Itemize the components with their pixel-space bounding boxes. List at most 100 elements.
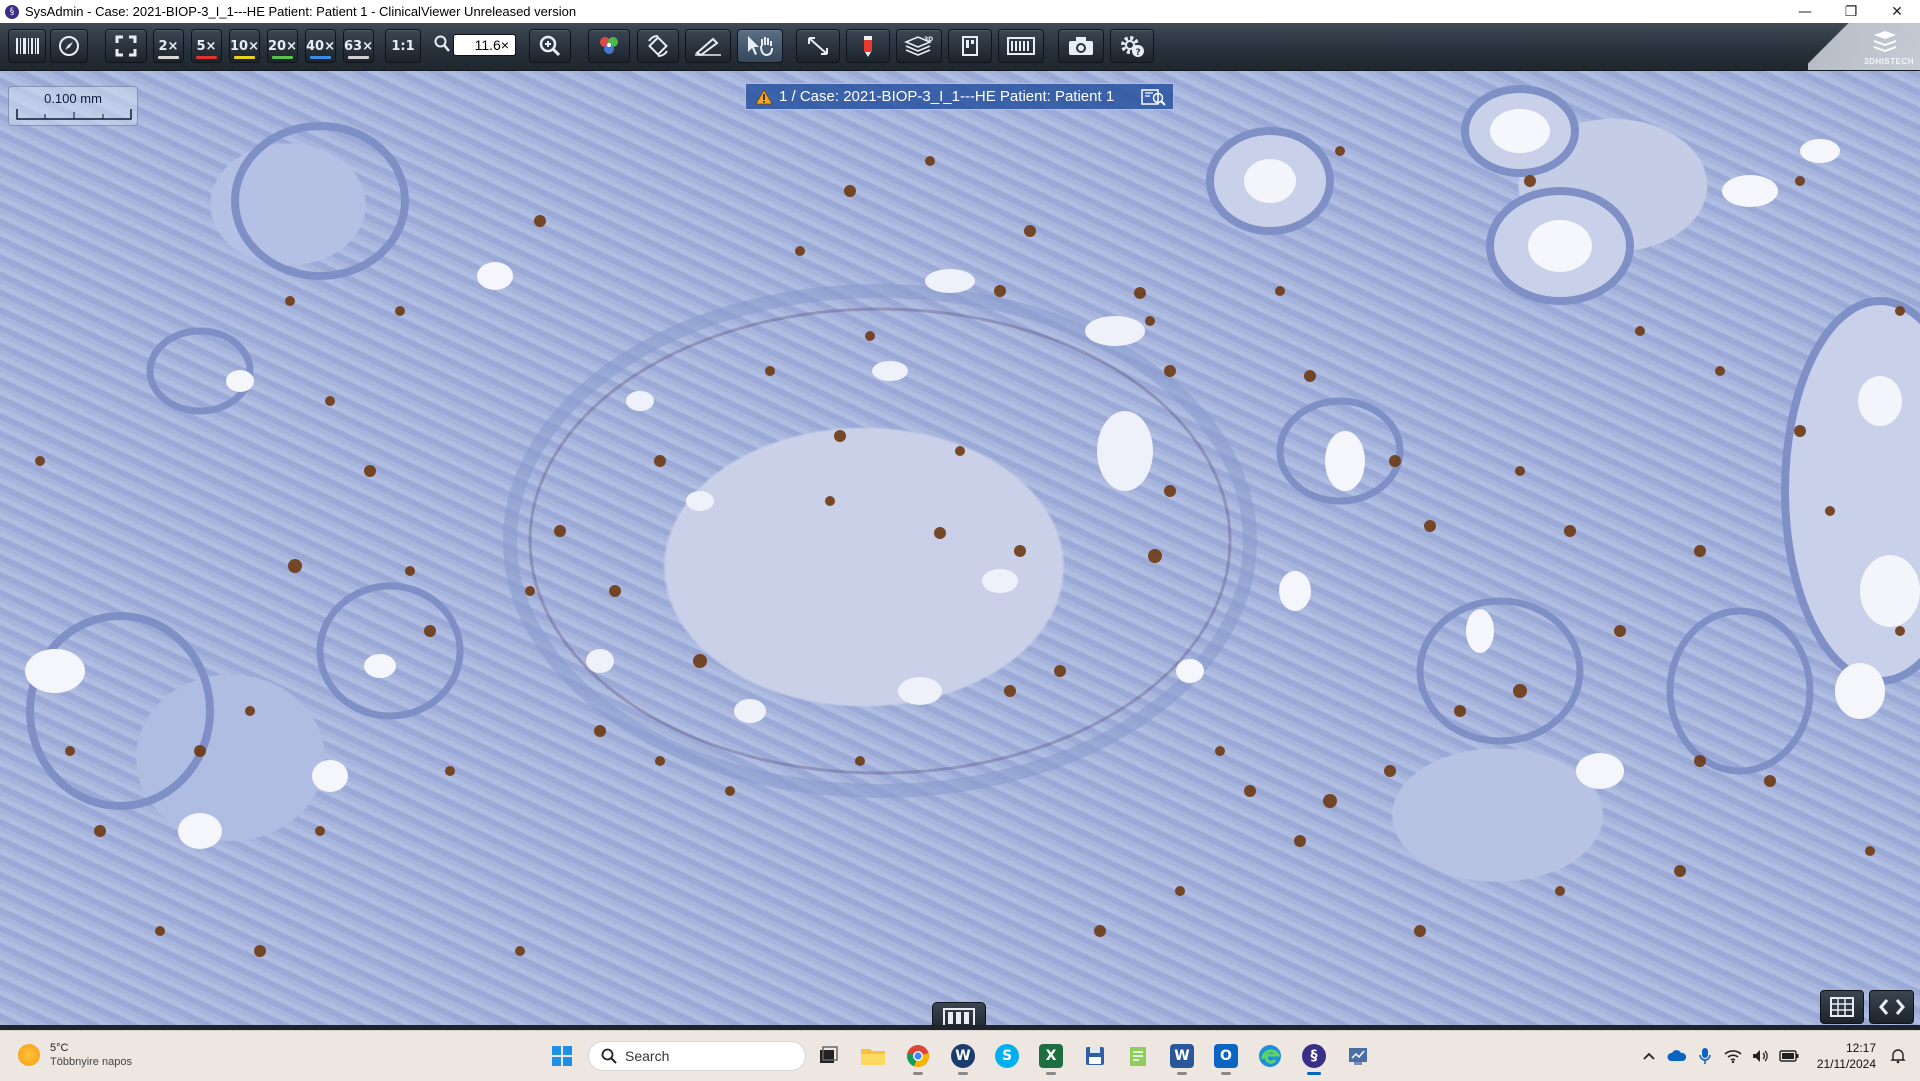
zoom-magnifier-icon	[434, 35, 450, 58]
excel-button[interactable]: X	[1035, 1040, 1067, 1075]
clock-time: 12:17	[1845, 1041, 1876, 1055]
outlook-button[interactable]: O	[1210, 1040, 1242, 1075]
skype-button[interactable]: S	[991, 1040, 1023, 1072]
outlook-running-indicator	[1221, 1072, 1231, 1075]
zoom-20x-color-bar	[272, 56, 293, 59]
weather-widget[interactable]: 5°C Többnyire napos	[18, 1041, 132, 1068]
prev-next-slide-button[interactable]	[1869, 990, 1914, 1024]
maximize-button[interactable]: ❐	[1828, 0, 1874, 23]
zoom-40x-color-bar	[310, 56, 331, 59]
word-running-indicator	[1177, 1072, 1187, 1075]
admin-tool-button[interactable]	[1342, 1040, 1374, 1072]
zoom-10x-color-bar	[234, 56, 255, 59]
close-button[interactable]: ✕	[1874, 0, 1920, 23]
onedrive-sync-icon[interactable]	[1665, 1044, 1689, 1068]
battery-icon[interactable]	[1777, 1044, 1801, 1068]
edge-button[interactable]	[1254, 1040, 1286, 1072]
weather-temperature: 5°C	[50, 1042, 69, 1054]
chrome-icon	[907, 1045, 929, 1068]
pen-icon	[695, 37, 721, 57]
clock-date: 21/11/2024	[1816, 1057, 1876, 1071]
folder-icon	[861, 1049, 885, 1065]
volume-icon[interactable]	[1749, 1044, 1773, 1068]
chevron-up-icon[interactable]	[1637, 1044, 1661, 1068]
zoom-63x-button[interactable]: 63×	[343, 29, 374, 63]
annotation-button[interactable]	[685, 29, 731, 63]
slide-search-icon[interactable]	[1141, 88, 1167, 106]
chevron-right-icon	[1895, 999, 1905, 1015]
start-button[interactable]	[546, 1040, 578, 1072]
search-icon	[601, 1048, 617, 1064]
weather-description: Többnyire napos	[50, 1056, 132, 1068]
outlook-icon: O	[1214, 1044, 1238, 1068]
fit-to-screen-button[interactable]	[105, 29, 147, 63]
slide-info-icon	[962, 36, 978, 56]
app-icon: §	[5, 4, 19, 19]
zoom-level-input[interactable]: 11.6×	[453, 34, 516, 56]
overview-button[interactable]	[998, 29, 1044, 63]
zoom-2x-button[interactable]: 2×	[153, 29, 184, 63]
task-view-button[interactable]	[812, 1040, 844, 1072]
rotate-button[interactable]	[637, 29, 679, 63]
microphone-icon[interactable]	[1693, 1044, 1717, 1068]
fullscreen-icon	[115, 35, 137, 57]
app-w-icon: W	[951, 1044, 975, 1068]
one-to-one-button[interactable]: 1:1	[385, 29, 421, 63]
slide-viewport[interactable]	[0, 71, 1920, 1025]
app-w-button[interactable]: W	[947, 1040, 979, 1075]
filmstrip-icon	[1007, 37, 1035, 55]
snapshot-button[interactable]	[1058, 29, 1104, 63]
zoom-tool-button[interactable]	[529, 29, 571, 63]
pan-tool-button[interactable]	[737, 29, 783, 63]
camera-icon	[1069, 37, 1093, 55]
zoom-2x-color-bar	[158, 56, 179, 59]
excel-icon: X	[1039, 1044, 1063, 1068]
chrome-button[interactable]	[902, 1040, 934, 1075]
word-icon: W	[1170, 1044, 1194, 1068]
magnifier-icon	[539, 35, 561, 57]
window-title: SysAdmin - Case: 2021-BIOP-3_I_1---HE Pa…	[25, 4, 577, 19]
notification-icon[interactable]	[1886, 1044, 1910, 1068]
slide-label-button[interactable]	[8, 29, 46, 63]
logo-stack-icon	[1874, 31, 1896, 52]
warning-icon	[755, 88, 773, 104]
cursor-hand-icon	[748, 36, 773, 57]
taskbar-search[interactable]: Search	[588, 1041, 806, 1071]
save-app-button[interactable]	[1079, 1040, 1111, 1072]
settings-help-button[interactable]: ?	[1110, 29, 1154, 63]
word-button[interactable]: W	[1166, 1040, 1198, 1075]
marker-icon	[864, 36, 872, 57]
file-explorer-button[interactable]	[857, 1040, 889, 1072]
clinicalviewer-button[interactable]: §	[1298, 1040, 1330, 1075]
zoom-40x-button[interactable]: 40×	[305, 29, 336, 63]
zoom-20x-button[interactable]: 20×	[267, 29, 298, 63]
layout-grid-button[interactable]	[1820, 990, 1864, 1024]
clinicalviewer-active-indicator	[1307, 1072, 1321, 1075]
task-view-icon	[820, 1046, 838, 1063]
zoom-10x-button[interactable]: 10×	[229, 29, 260, 63]
ruler-icon	[808, 37, 828, 55]
chrome-running-indicator	[913, 1072, 923, 1075]
color-channels-button[interactable]	[588, 29, 630, 63]
zoom-5x-color-bar	[196, 56, 217, 59]
scale-ruler	[16, 109, 132, 120]
layers-icon: 3D	[904, 36, 933, 56]
search-placeholder: Search	[625, 1048, 670, 1064]
minimize-button[interactable]: —	[1782, 0, 1828, 23]
clock[interactable]: 12:17 21/11/2024	[1817, 1040, 1876, 1072]
sun-icon	[18, 1043, 40, 1066]
marker-button[interactable]	[846, 29, 890, 63]
chevron-left-icon	[1878, 999, 1888, 1015]
zoom-5x-button[interactable]: 5×	[191, 29, 222, 63]
slide-info-button[interactable]	[948, 29, 992, 63]
measure-button[interactable]	[796, 29, 840, 63]
3d-layers-button[interactable]: 3D	[896, 29, 942, 63]
barcode-icon	[16, 38, 39, 54]
taskbar: 5°C Többnyire napos Search W S X W O § 1…	[0, 1030, 1920, 1081]
color-wheel-icon	[600, 37, 618, 54]
tissue-image	[25, 85, 1920, 957]
case-label-banner[interactable]: 1 / Case: 2021-BIOP-3_I_1---HE Patient: …	[745, 83, 1174, 110]
notepad-button[interactable]	[1122, 1040, 1154, 1072]
navigator-button[interactable]	[50, 29, 88, 63]
wifi-icon[interactable]	[1721, 1044, 1745, 1068]
